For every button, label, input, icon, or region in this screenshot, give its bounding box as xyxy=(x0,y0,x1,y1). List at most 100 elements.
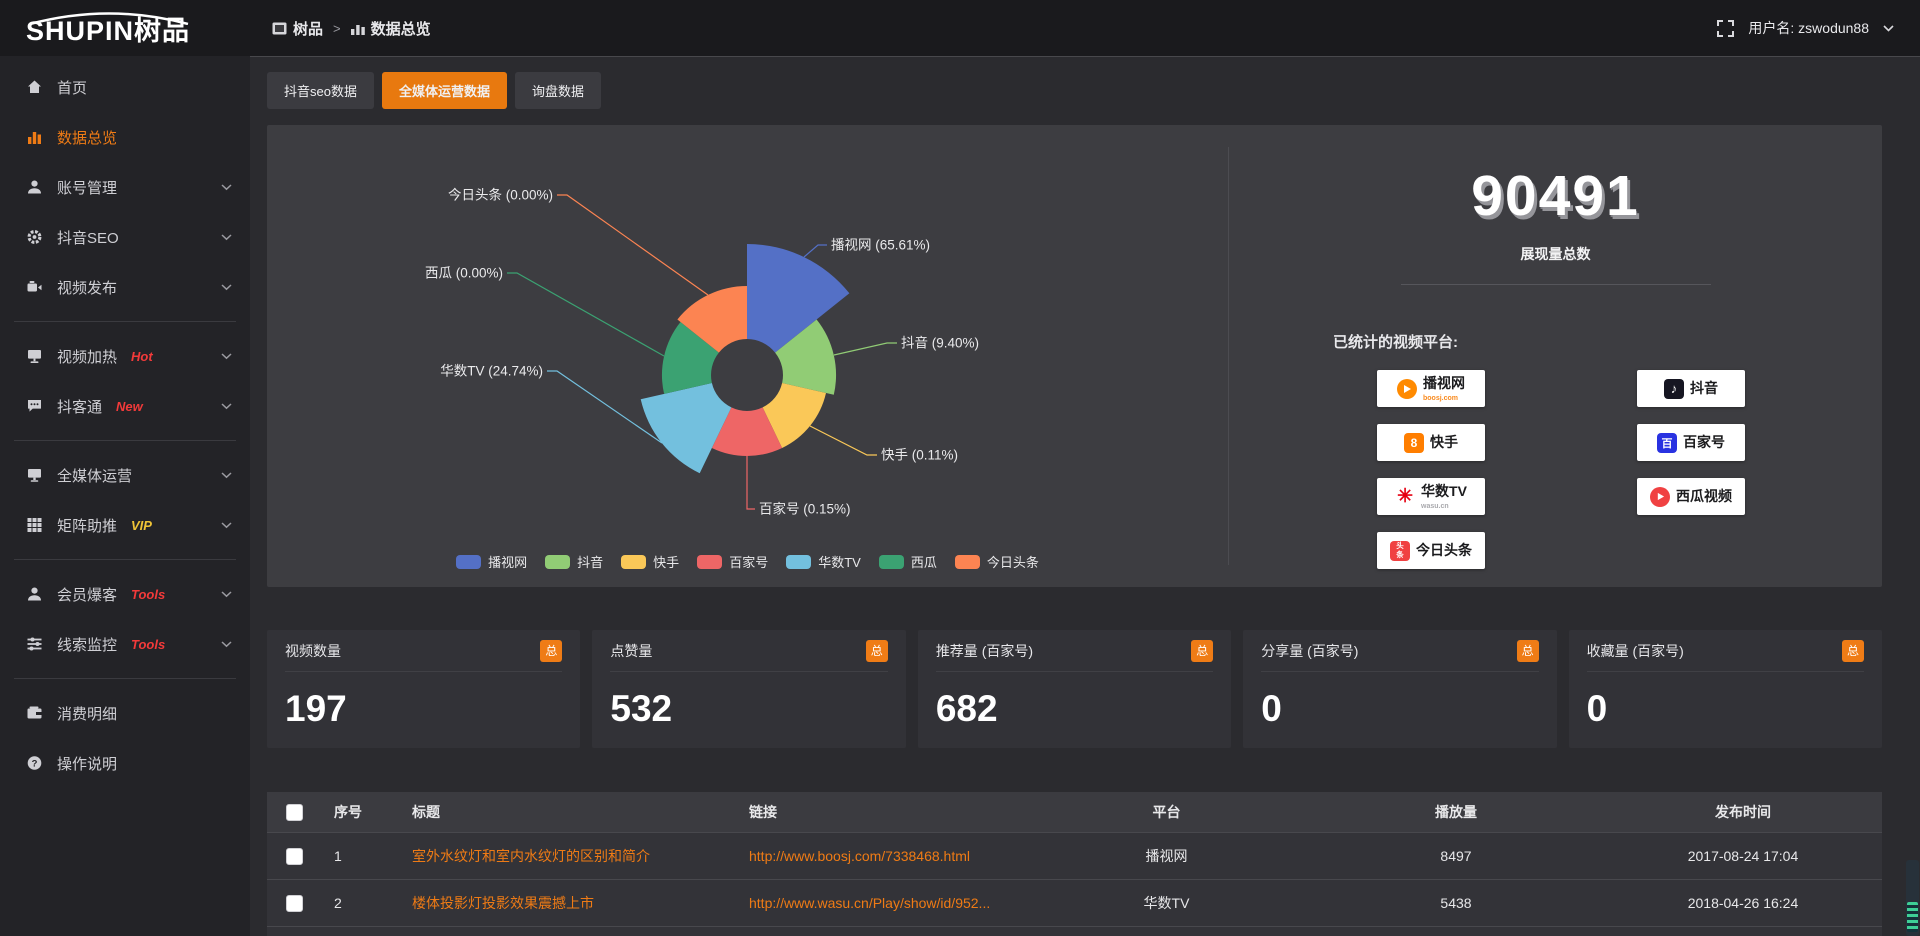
platform-cell: 播视网 xyxy=(1025,846,1308,866)
column-header: 发布时间 xyxy=(1604,802,1882,822)
legend-swatch xyxy=(786,555,811,569)
sidebar-item-member-burst[interactable]: 会员爆客Tools xyxy=(0,569,250,619)
platform-badge-toutiao: 头条今日头条 xyxy=(1377,532,1485,569)
scrollbar[interactable] xyxy=(1906,860,1919,936)
stat-card-video-count: 视频数量总197 xyxy=(267,630,580,748)
legend-item-播视网[interactable]: 播视网 xyxy=(456,552,527,571)
sidebar-item-douketong[interactable]: 抖客通New xyxy=(0,381,250,431)
breadcrumb: 树品 > 数据总览 xyxy=(272,18,431,39)
legend-item-百家号[interactable]: 百家号 xyxy=(697,552,768,571)
content-area: 抖音seo数据全媒体运营数据询盘数据 播视网 (65.61%)抖音 (9.40%… xyxy=(250,56,1920,936)
total-badge: 总 xyxy=(540,640,562,662)
total-impressions-label: 展现量总数 xyxy=(1229,244,1882,264)
stat-value: 0 xyxy=(1261,688,1538,730)
legend-item-抖音[interactable]: 抖音 xyxy=(545,552,603,571)
plays-cell: 5438 xyxy=(1308,895,1604,911)
tab-inquiry-data[interactable]: 询盘数据 xyxy=(515,72,601,109)
sidebar-item-clue-monitor[interactable]: 线索监控Tools xyxy=(0,619,250,669)
legend-label: 西瓜 xyxy=(911,552,937,571)
url-link[interactable]: http://www.boosj.com/7338468.html xyxy=(737,848,1025,864)
platform-subtext: wasu.cn xyxy=(1421,503,1467,510)
stat-card-header: 收藏量 (百家号)总 xyxy=(1587,630,1864,672)
breadcrumb-root[interactable]: 树品 xyxy=(272,18,323,39)
table-row: 2楼体投影灯投影效果震撼上市http://www.wasu.cn/Play/sh… xyxy=(267,879,1882,926)
sidebar-item-video-heat[interactable]: 视频加热Hot xyxy=(0,331,250,381)
stat-card-header: 推荐量 (百家号)总 xyxy=(936,630,1213,672)
chevron-down-icon[interactable] xyxy=(1883,25,1894,32)
platform-name: 抖音 xyxy=(1690,380,1718,396)
sidebar-item-label: 消费明细 xyxy=(57,703,117,724)
column-header: 平台 xyxy=(1025,802,1308,822)
sidebar-item-data-overview[interactable]: 数据总览 xyxy=(0,112,250,162)
gear-icon xyxy=(25,228,43,246)
platform-name: 华数TV xyxy=(1421,483,1467,499)
sidebar-item-label: 视频发布 xyxy=(57,277,117,298)
seq-cell: 1 xyxy=(322,848,400,864)
bar-chart-icon xyxy=(351,22,365,35)
sidebar-item-label: 线索监控 xyxy=(57,634,117,655)
platform-name: 百家号 xyxy=(1683,434,1725,450)
legend-swatch xyxy=(545,555,570,569)
legend-item-华数TV[interactable]: 华数TV xyxy=(786,552,861,571)
username-label[interactable]: 用户名: zswodun88 xyxy=(1748,18,1869,38)
column-header: 播放量 xyxy=(1308,802,1604,822)
help-icon: ? xyxy=(25,754,43,772)
checkbox-cell xyxy=(267,847,322,865)
stat-label: 视频数量 xyxy=(285,641,341,661)
chat-icon xyxy=(25,397,43,415)
title-link[interactable]: 楼体投影灯投影效果震撼上市 xyxy=(400,893,737,913)
sidebar-item-label: 账号管理 xyxy=(57,177,117,198)
table-row: 1室外水纹灯和室内水纹灯的区别和简介http://www.boosj.com/7… xyxy=(267,832,1882,879)
row-checkbox[interactable] xyxy=(286,895,303,912)
legend-swatch xyxy=(456,555,481,569)
sidebar-item-label: 视频加热 xyxy=(57,346,117,367)
sidebar-item-help[interactable]: ? 操作说明 xyxy=(0,738,250,788)
sliders-icon xyxy=(25,635,43,653)
chart-icon xyxy=(25,128,43,146)
total-badge: 总 xyxy=(1517,640,1539,662)
legend-label: 今日头条 xyxy=(987,552,1039,571)
platforms-label: 已统计的视频平台: xyxy=(1333,331,1882,352)
legend-item-西瓜[interactable]: 西瓜 xyxy=(879,552,937,571)
url-link[interactable]: http://www.wasu.cn/Play/show/id/952... xyxy=(737,895,1025,911)
summary-section: 90491 展现量总数 已统计的视频平台: 播视网boosj.com8快手✳华数… xyxy=(1229,125,1882,587)
sidebar-item-consumption[interactable]: 消费明细 xyxy=(0,688,250,738)
pie-label: 华数TV (24.74%) xyxy=(440,364,543,379)
pie-label: 播视网 (65.61%) xyxy=(831,238,930,253)
sidebar-item-video-publish[interactable]: 视频发布 xyxy=(0,262,250,312)
stat-card-collect-count: 收藏量 (百家号)总0 xyxy=(1569,630,1882,748)
stat-card-header: 视频数量 总 xyxy=(285,630,562,672)
legend-item-今日头条[interactable]: 今日头条 xyxy=(955,552,1039,571)
baijiahao-logo-icon: 百 xyxy=(1657,433,1677,453)
sidebar-item-douyin-seo[interactable]: 抖音SEO xyxy=(0,212,250,262)
stat-card-header: 分享量 (百家号) 总 xyxy=(1261,630,1538,672)
stat-value: 682 xyxy=(936,688,1213,730)
select-all-checkbox[interactable] xyxy=(286,804,303,821)
boosj-logo-icon xyxy=(1397,379,1417,399)
legend-swatch xyxy=(879,555,904,569)
breadcrumb-current[interactable]: 数据总览 xyxy=(351,18,431,39)
tab-omnimedia-data[interactable]: 全媒体运营数据 xyxy=(382,72,507,109)
stat-label: 分享量 (百家号) xyxy=(1261,641,1358,661)
total-impressions-value: 90491 xyxy=(1229,163,1882,229)
row-checkbox[interactable] xyxy=(286,848,303,865)
platform-subtext: boosj.com xyxy=(1423,395,1465,402)
pie-label: 西瓜 (0.00%) xyxy=(425,266,503,281)
fullscreen-icon[interactable] xyxy=(1717,20,1734,37)
sidebar-item-tag: VIP xyxy=(131,518,152,533)
sidebar-item-label: 操作说明 xyxy=(57,753,117,774)
tab-douyin-seo-data[interactable]: 抖音seo数据 xyxy=(267,72,374,109)
total-badge: 总 xyxy=(866,640,888,662)
pie-slice-华数TV[interactable] xyxy=(641,383,732,473)
sidebar-item-account[interactable]: 账号管理 xyxy=(0,162,250,212)
legend-swatch xyxy=(955,555,980,569)
sidebar-item-omnimedia[interactable]: 全媒体运营 xyxy=(0,450,250,500)
legend-swatch xyxy=(621,555,646,569)
sidebar-item-matrix-boost[interactable]: 矩阵助推VIP xyxy=(0,500,250,550)
title-link[interactable]: 室外水纹灯和室内水纹灯的区别和简介 xyxy=(400,846,737,866)
legend-label: 华数TV xyxy=(818,552,861,571)
legend-item-快手[interactable]: 快手 xyxy=(621,552,679,571)
member-icon xyxy=(25,585,43,603)
column-header: 标题 xyxy=(400,802,737,822)
sidebar-item-home[interactable]: 首页 xyxy=(0,62,250,112)
